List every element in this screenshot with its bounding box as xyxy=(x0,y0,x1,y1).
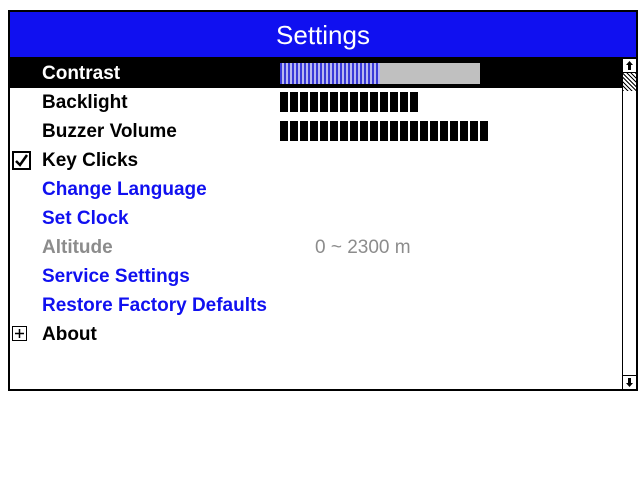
arrow-down-icon[interactable] xyxy=(623,375,636,389)
level-segment xyxy=(400,121,408,141)
level-segment xyxy=(410,121,418,141)
vertical-scrollbar[interactable] xyxy=(622,59,636,389)
settings-item-service-settings[interactable]: Service Settings xyxy=(10,262,624,291)
contrast-label: Contrast xyxy=(42,63,121,84)
level-segment xyxy=(370,121,378,141)
buzzer-volume-label: Buzzer Volume xyxy=(42,121,177,142)
about-label: About xyxy=(42,324,97,345)
level-segment xyxy=(350,92,358,112)
set-clock-link[interactable]: Set Clock xyxy=(42,204,129,233)
settings-item-key-clicks[interactable]: Key Clicks xyxy=(10,146,624,175)
change-language-link[interactable]: Change Language xyxy=(42,175,207,204)
level-segment xyxy=(310,121,318,141)
level-segment xyxy=(400,92,408,112)
level-segment xyxy=(280,121,288,141)
contrast-slider[interactable] xyxy=(280,63,480,84)
level-segment xyxy=(480,121,488,141)
altitude-value: 0 ~ 2300 m xyxy=(315,237,411,258)
level-segment xyxy=(290,92,298,112)
settings-item-altitude: Altitude 0 ~ 2300 m xyxy=(10,233,624,262)
level-segment xyxy=(310,92,318,112)
settings-item-set-clock[interactable]: Set Clock xyxy=(10,204,624,233)
level-segment xyxy=(470,121,478,141)
level-segment xyxy=(300,92,308,112)
settings-item-backlight[interactable]: Backlight xyxy=(10,88,624,117)
level-segment xyxy=(330,92,338,112)
plus-box-icon[interactable] xyxy=(12,326,27,341)
backlight-label: Backlight xyxy=(42,92,128,113)
settings-list: Contrast Backlight Buzzer Volume Key Cli… xyxy=(10,59,624,389)
level-segment xyxy=(320,92,328,112)
level-segment xyxy=(370,92,378,112)
level-segment xyxy=(280,92,288,112)
level-segment xyxy=(290,121,298,141)
level-segment xyxy=(340,121,348,141)
level-segment xyxy=(430,121,438,141)
level-segment xyxy=(440,121,448,141)
level-segment xyxy=(320,121,328,141)
key-clicks-label: Key Clicks xyxy=(42,150,139,171)
level-segment xyxy=(350,121,358,141)
level-segment xyxy=(390,92,398,112)
settings-item-contrast[interactable]: Contrast xyxy=(10,59,624,88)
settings-item-change-language[interactable]: Change Language xyxy=(10,175,624,204)
level-segment xyxy=(390,121,398,141)
arrow-up-icon[interactable] xyxy=(623,59,636,73)
level-segment xyxy=(420,121,428,141)
level-segment xyxy=(360,121,368,141)
settings-item-restore-defaults[interactable]: Restore Factory Defaults xyxy=(10,291,624,320)
restore-factory-defaults-link[interactable]: Restore Factory Defaults xyxy=(42,291,267,320)
level-segment xyxy=(340,92,348,112)
level-segment xyxy=(450,121,458,141)
window-title: Settings xyxy=(10,12,636,59)
settings-item-about[interactable]: About xyxy=(10,320,624,349)
altitude-label: Altitude xyxy=(42,237,113,258)
scrollbar-thumb[interactable] xyxy=(623,73,636,91)
checkmark-icon[interactable] xyxy=(12,151,31,170)
level-segment xyxy=(360,92,368,112)
level-segment xyxy=(300,121,308,141)
level-segment xyxy=(380,121,388,141)
settings-item-buzzer-volume[interactable]: Buzzer Volume xyxy=(10,117,624,146)
level-segment xyxy=(380,92,388,112)
settings-window: Settings Contrast Backlight Buzzer Volum… xyxy=(8,10,638,391)
contrast-slider-fill xyxy=(280,63,380,84)
level-segment xyxy=(330,121,338,141)
service-settings-link[interactable]: Service Settings xyxy=(42,262,190,291)
level-segment xyxy=(460,121,468,141)
backlight-level-bar[interactable] xyxy=(280,92,418,112)
level-segment xyxy=(410,92,418,112)
buzzer-volume-level-bar[interactable] xyxy=(280,121,488,141)
